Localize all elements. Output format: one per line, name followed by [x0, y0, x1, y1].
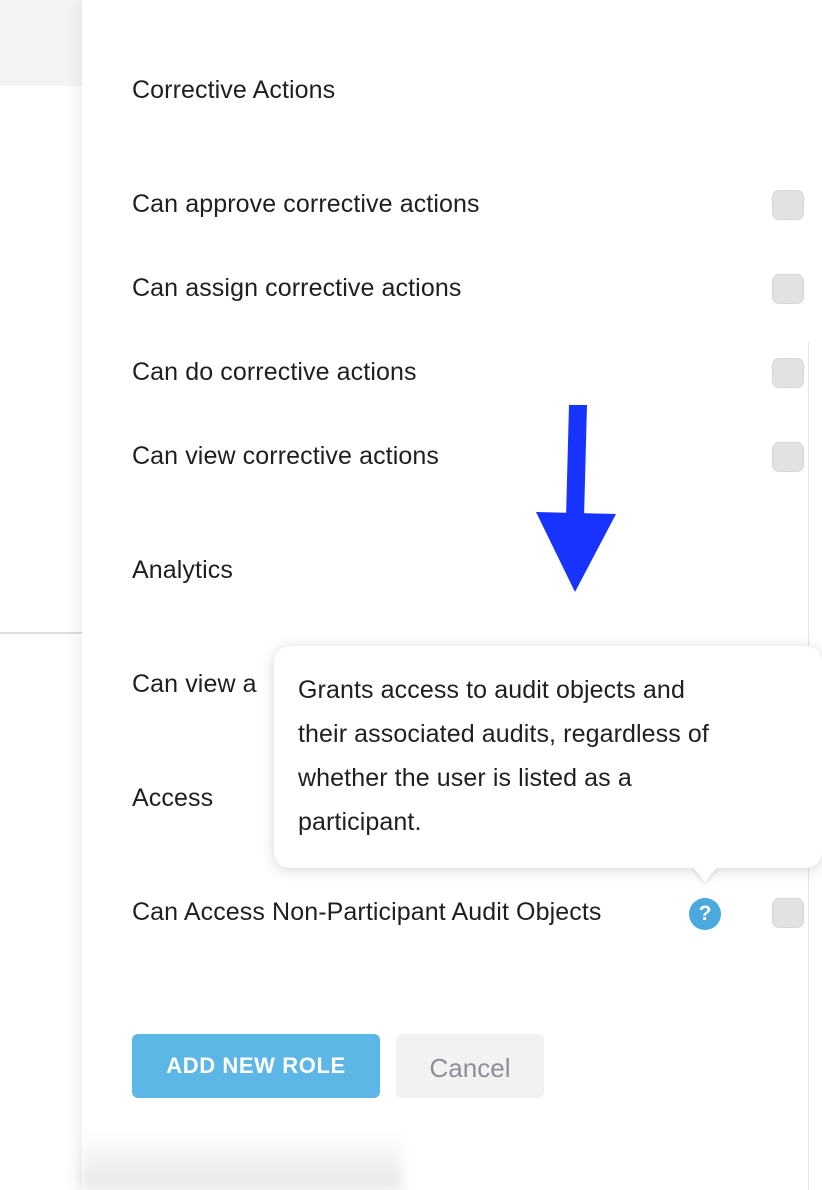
permission-label-view-analytics: Can view a	[132, 670, 257, 698]
permission-label-assign-corrective: Can assign corrective actions	[132, 274, 462, 302]
section-title-corrective-actions: Corrective Actions	[132, 76, 336, 104]
permission-label-approve-corrective: Can approve corrective actions	[132, 190, 480, 218]
checkbox-assign-corrective[interactable]	[772, 274, 804, 304]
down-arrow-annotation-icon	[536, 405, 616, 592]
page: Corrective Actions Can approve correctiv…	[0, 0, 822, 1190]
background-header-strip	[0, 0, 82, 86]
checkbox-do-corrective[interactable]	[772, 358, 804, 388]
section-title-access: Access	[132, 784, 214, 812]
add-new-role-button[interactable]: ADD NEW ROLE	[132, 1034, 380, 1098]
section-title-analytics: Analytics	[132, 556, 233, 584]
panel-shadow	[82, 1130, 402, 1190]
background-divider	[0, 632, 82, 634]
checkbox-view-corrective[interactable]	[772, 442, 804, 472]
help-tooltip: Grants access to audit objects and their…	[274, 646, 822, 868]
permission-label-non-participant-audit-objects: Can Access Non-Participant Audit Objects	[132, 898, 602, 926]
checkbox-non-participant-audit-objects[interactable]	[772, 898, 804, 928]
background-app	[0, 0, 82, 1190]
tooltip-line: their associated audits, regardless of	[298, 720, 709, 748]
tooltip-line: whether the user is listed as a	[298, 764, 632, 792]
tooltip-caret	[692, 866, 718, 882]
checkbox-approve-corrective[interactable]	[772, 190, 804, 220]
tooltip-line: Grants access to audit objects and	[298, 676, 685, 704]
role-permissions-panel	[82, 0, 822, 1190]
question-circle-icon[interactable]: ?	[689, 898, 721, 930]
cancel-button[interactable]: Cancel	[396, 1034, 544, 1098]
permission-label-do-corrective: Can do corrective actions	[132, 358, 417, 386]
tooltip-line: participant.	[298, 808, 422, 836]
permission-label-view-corrective: Can view corrective actions	[132, 442, 439, 470]
